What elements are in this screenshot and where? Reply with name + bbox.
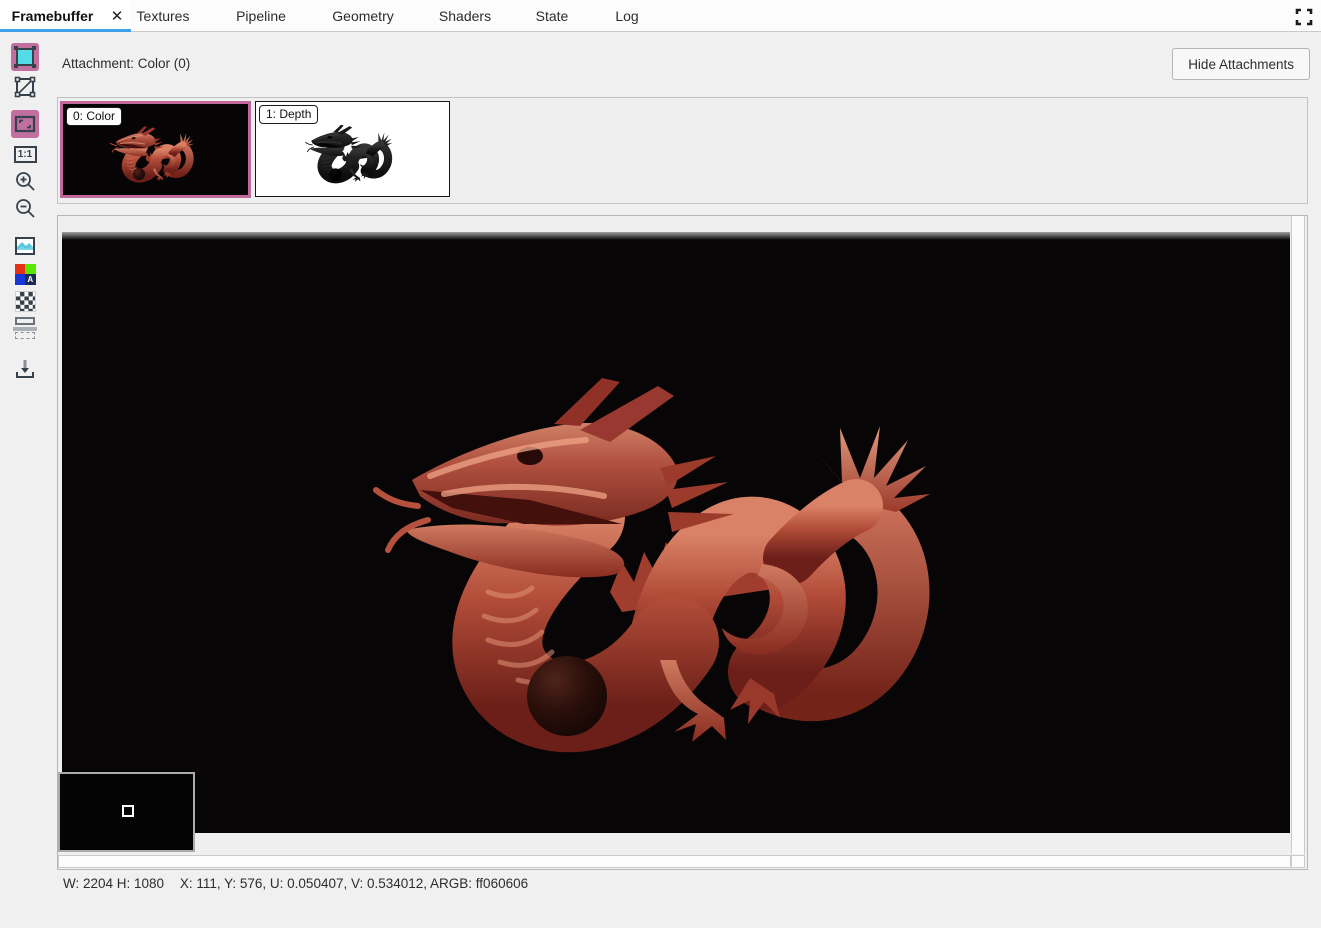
save-icon (16, 360, 34, 378)
attachment-thumbnail-color[interactable]: 0: Color (60, 101, 251, 198)
tab-log-label: Log (615, 7, 639, 24)
tab-framebuffer[interactable]: Framebuffer ✕ (0, 0, 131, 32)
tab-geometry-label: Geometry (332, 7, 394, 24)
texture-view-button[interactable] (11, 43, 39, 71)
texture-view-icon (14, 46, 36, 68)
fit-to-window-icon (14, 115, 36, 133)
fullscreen-icon[interactable] (1294, 7, 1314, 27)
range-control-icon (13, 317, 37, 339)
tab-textures[interactable]: Textures (127, 0, 200, 31)
tab-bar: Framebuffer ✕ Textures Pipeline Geometry… (0, 0, 1321, 32)
rgba-channels-icon: A (14, 263, 36, 285)
attachment-badge-color: 0: Color (66, 107, 123, 126)
tab-pipeline-label: Pipeline (236, 7, 286, 24)
texture-viewport[interactable] (57, 215, 1308, 870)
tab-shaders[interactable]: Shaders (429, 0, 501, 31)
wireframe-button[interactable] (11, 73, 39, 101)
pixel-context-box[interactable] (58, 772, 195, 852)
status-bar: W: 2204 H: 1080 X: 111, Y: 576, U: 0.050… (63, 876, 528, 891)
save-texture-button[interactable] (11, 355, 39, 383)
horizontal-scrollbar[interactable] (58, 855, 1291, 868)
zoom-in-button[interactable] (11, 167, 39, 195)
actual-size-icon: 1:1 (13, 145, 37, 163)
zoom-out-button[interactable] (11, 194, 39, 222)
wireframe-icon (14, 76, 36, 98)
texture-dimensions: W: 2204 H: 1080 (63, 876, 165, 891)
alpha-checkerboard-button[interactable] (11, 287, 39, 315)
tab-state[interactable]: State (526, 0, 579, 31)
range-control-button[interactable] (11, 314, 39, 342)
fit-to-window-button[interactable] (11, 110, 39, 138)
dragon-render (62, 232, 1290, 833)
attachment-label: Attachment: Color (0) (62, 56, 191, 71)
framebuffer-image[interactable] (62, 232, 1290, 833)
picked-pixel-marker (122, 805, 134, 817)
zoom-out-icon (16, 199, 35, 218)
tab-framebuffer-label: Framebuffer (11, 7, 94, 24)
alpha-checkerboard-icon (14, 290, 36, 312)
tab-pipeline[interactable]: Pipeline (226, 0, 296, 31)
tab-shaders-label: Shaders (438, 7, 492, 24)
attachment-thumbnail-depth[interactable]: 1: Depth (255, 101, 450, 197)
attachment-badge-depth: 1: Depth (259, 105, 319, 124)
scrollbar-corner (1291, 855, 1305, 868)
rgba-channels-button[interactable]: A (11, 260, 39, 288)
tab-textures-label: Textures (136, 7, 190, 24)
vertical-scrollbar[interactable] (1291, 216, 1305, 854)
tab-geometry[interactable]: Geometry (322, 0, 403, 31)
tab-log[interactable]: Log (605, 0, 648, 31)
tab-state-label: State (535, 7, 569, 24)
hide-attachments-button[interactable]: Hide Attachments (1172, 48, 1310, 80)
actual-size-button[interactable]: 1:1 (11, 140, 39, 168)
zoom-in-icon (16, 172, 35, 191)
image-overlay-button[interactable] (11, 232, 39, 260)
attachments-strip: 0: Color 1: Depth (57, 97, 1308, 204)
image-overlay-icon (15, 237, 35, 255)
pixel-info: X: 111, Y: 576, U: 0.050407, V: 0.534012… (179, 876, 529, 891)
